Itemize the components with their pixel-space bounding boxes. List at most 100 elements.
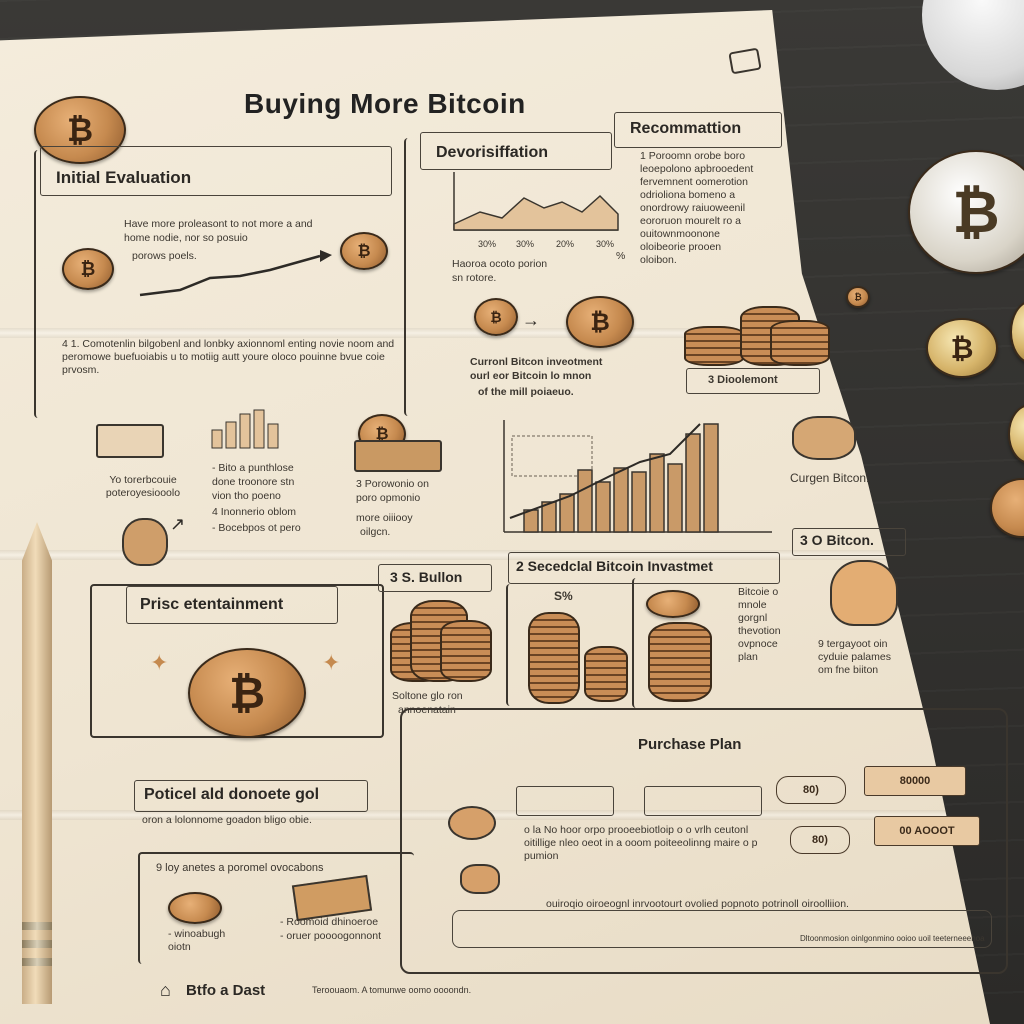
- recommendation-line-5: onordrowy raiuoweenil: [640, 202, 746, 214]
- initial-evaluation-paragraph: 4 1. Comotenlin bilgobenl and lonbky axi…: [62, 338, 395, 376]
- wallet-icon: [354, 440, 442, 472]
- hand-caption-line-1: 9 tergayoot oin: [818, 638, 888, 650]
- diversification-caption-3: Curronl Bitcon inveotment: [470, 356, 603, 368]
- raised-hand-icon: [830, 560, 898, 626]
- icons-row-col3a: 3 Porowonio on: [356, 478, 429, 490]
- hand-caption-line-3: om fne biiton: [818, 664, 879, 676]
- handshake-icon: [460, 864, 500, 894]
- hand-caption-line-2: cyduie palames: [818, 651, 891, 663]
- bar-chart-icon: [211, 409, 279, 449]
- bitcoin-box-line-2: mnole: [738, 599, 767, 611]
- potential-goal-coin: [168, 892, 222, 924]
- strategic-stack-1: [528, 612, 580, 704]
- initial-evaluation-heading: Initial Evaluation: [56, 168, 192, 187]
- bitcoin-box-line-5: ovpnoce: [738, 638, 778, 650]
- potential-goal-line: oron a lolonnome goadon bligo obie.: [142, 814, 312, 826]
- sparkle-left-icon: ✦: [150, 650, 169, 675]
- recommendation-lines: 1 Poroomn orobe boro leoepolono apbrooede…: [640, 150, 800, 267]
- purchase-plan-footer: ouiroqio oiroeognl inrvootourt ovolied p…: [546, 898, 849, 910]
- diversification-tick-2: 30%: [516, 239, 535, 249]
- icons-row-col3c: more oiiiooy: [356, 512, 413, 524]
- page-title: Buying More Bitcoin: [244, 88, 526, 119]
- recommendation-heading: Recommattion: [630, 120, 742, 137]
- bitcoin-box-line-3: gorgnl: [738, 612, 768, 624]
- pencil-band-3: [22, 958, 52, 966]
- diversification-area-chart: [453, 172, 619, 231]
- potential-goal-heading: Poticel ald donoete gol: [144, 786, 320, 803]
- icons-row-col2c: vion tho poeno: [212, 490, 281, 502]
- diversification-bag-coin: ₿: [474, 298, 518, 336]
- icons-row-col2d: 4 Inonnerio oblom: [212, 506, 297, 518]
- potential-goal-caption-right-1: - Roomoid dhinoeroe: [280, 916, 379, 928]
- purchase-plan-paragraph: o la No hoor orpo prooeebiotloip o o vrl…: [524, 824, 758, 862]
- bullon-caption-1: Soltone glo ron: [392, 690, 463, 702]
- current-bitcoin-label: Curgen Bitcon.: [790, 471, 870, 485]
- icons-row-col2e: - Bocebpos ot pero: [212, 522, 301, 534]
- purchase-plan-button-2[interactable]: 80000: [864, 766, 966, 796]
- divestment-label: 3 Dioolemont: [708, 374, 778, 386]
- bitcoin-box-line-1: Bitcoie o: [738, 586, 779, 598]
- pencil-band-1: [22, 922, 52, 930]
- bullon-stack-3: [440, 620, 492, 682]
- icons-row-col2b: done troonore stn: [212, 476, 295, 488]
- purchase-plan-button-1[interactable]: 80): [776, 776, 846, 804]
- footer-text: Teroouaom. A tomunwe oomo oooondn.: [312, 985, 472, 995]
- bitcoin-box-label: 3 O Bitcon.: [800, 532, 874, 548]
- purchase-plan-input-2[interactable]: [644, 786, 762, 816]
- recommendation-line-3: fervemnent oomerotion: [640, 176, 748, 188]
- hand-coin-icon: [792, 416, 856, 460]
- purchase-plan-button-4[interactable]: 00 AOOOT: [874, 816, 980, 846]
- diversification-caption-5: of the mill poiaeuo.: [478, 386, 574, 398]
- diversification-side-label: %: [616, 250, 626, 262]
- diversification-arrow: →: [522, 310, 540, 330]
- pencil: [22, 522, 52, 1004]
- recommendation-line-1: 1 Poroomn orobe boro: [640, 150, 746, 162]
- strategic-stack-2: [584, 646, 628, 702]
- evaluation-coin-left: ₿: [62, 248, 114, 290]
- diversification-tick-3: 20%: [556, 239, 575, 249]
- bitcoin-column-stack: [648, 622, 712, 702]
- recommendation-line-8: oloibeorie prooen: [640, 241, 722, 253]
- icons-row-col3d: oilgcn.: [360, 526, 391, 538]
- diversification-target-coin: ₿: [566, 296, 634, 348]
- growth-line-icon: [139, 250, 332, 297]
- recommendation-line-2: leoepolono apbrooedent: [640, 163, 754, 175]
- money-bag-arrow: ↗: [170, 514, 186, 534]
- bullon-label: 3 S. Bullon: [390, 569, 463, 585]
- icons-row-col3b: poro opmonio: [356, 492, 421, 504]
- footer-brand: Btfo a Dast: [186, 982, 266, 999]
- piggy-bank-icon: [448, 806, 496, 840]
- purchase-plan-heading: Purchase Plan: [638, 736, 742, 753]
- diversification-caption-2: sn rotore.: [452, 272, 497, 284]
- coin-stack-1: [684, 326, 744, 366]
- footer-logo-icon: ⌂: [160, 980, 171, 1000]
- diversification-heading: Devorisiffation: [436, 144, 549, 161]
- diversification-tick-1: 30%: [478, 239, 497, 249]
- potential-goal-item: 9 loy anetes a poromel ovocabons: [156, 862, 324, 874]
- diversification-tick-4: 30%: [596, 239, 615, 249]
- evaluation-coin-right: ₿: [340, 232, 388, 270]
- price-entertainment-heading: Prisc etentainment: [140, 596, 284, 613]
- price-bitcoin-coin: ₿: [188, 648, 306, 738]
- potential-goal-caption-right-2: - oruer poooogonnont: [280, 930, 381, 942]
- strategic-label: 2 Secedclal Bitcoin Invastmet: [516, 558, 713, 574]
- recommendation-line-6: eororuon mourelt ro a: [640, 215, 741, 227]
- purchase-plan-button-3[interactable]: 80): [790, 826, 850, 854]
- icons-row-col2a: - Bito a punthlose: [212, 462, 294, 474]
- coin-stack-3: [770, 320, 830, 366]
- footer-right-text: Dltoonmosion oinlgonmino ooioo uoil teet…: [800, 934, 985, 943]
- pencil-band-2: [22, 940, 52, 948]
- purchase-plan-input-1[interactable]: [516, 786, 614, 816]
- potential-goal-caption-left: - winoabugh oiotn: [168, 928, 226, 953]
- bitcoin-box-lines: Bitcoie o mnole gorgnl thevotion ovpnoce plan: [738, 586, 798, 664]
- current-bitcoin-bar-chart: [503, 420, 772, 533]
- diversification-caption-4: ourl eor Bitcoin lo mnon: [470, 370, 592, 382]
- recommendation-small-coin: ₿: [846, 286, 870, 308]
- desk-coin-small-1: ₿: [926, 318, 998, 378]
- icons-row-col1: Yo torerbcouie poteroyesiooolo: [105, 474, 181, 499]
- bitcoin-box-hand-caption: 9 tergayoot oin cyduie palames om fne biit…: [818, 638, 968, 677]
- laptop-icon: [96, 424, 164, 458]
- bitcoin-box-line-6: plan: [738, 651, 758, 663]
- bitcoin-box-line-4: thevotion: [738, 625, 781, 637]
- bitcoin-column-coin: [646, 590, 700, 618]
